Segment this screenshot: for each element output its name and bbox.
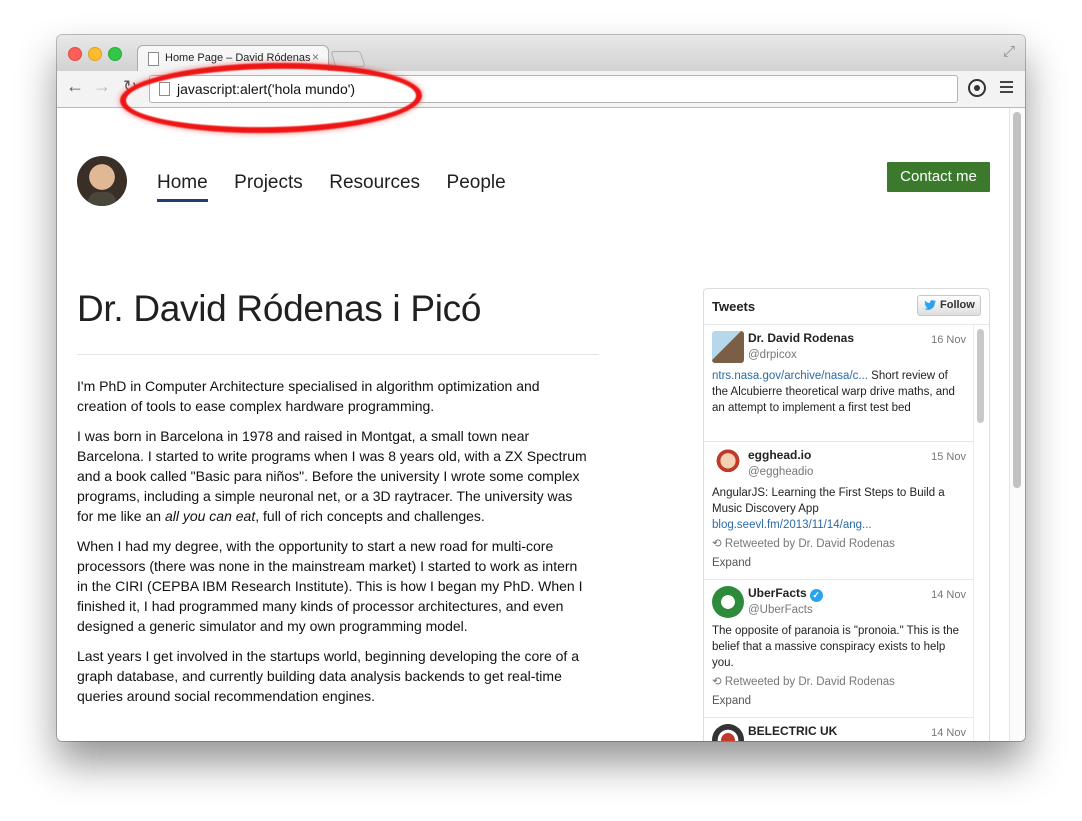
tweet-link[interactable]: ntrs.nasa.gov/archive/nasa/c... (712, 370, 868, 382)
browser-window: Home Page – David Ródenas × ⤢ ← → ↻ java… (57, 35, 1025, 741)
retweet-notice: ⟲ Retweeted by Dr. David Rodenas (712, 538, 895, 550)
page-title: Dr. David Ródenas i Picó (77, 288, 482, 329)
tweet-item: UberFacts ✓ @UberFacts 14 Nov The opposit… (704, 580, 974, 718)
page-icon (148, 52, 159, 66)
tweet-handle[interactable]: @UberFacts (748, 604, 813, 616)
tweet-date[interactable]: 14 Nov (931, 589, 966, 601)
page-scroll-thumb[interactable] (1013, 112, 1021, 488)
tweet-item: BELECTRIC UK 14 Nov (704, 718, 974, 741)
tweet-avatar[interactable] (712, 448, 744, 480)
contact-button[interactable]: Contact me (887, 162, 990, 192)
bio-text: I'm PhD in Computer Architecture special… (77, 376, 592, 716)
tweet-handle[interactable]: @eggheadio (748, 466, 813, 478)
tweet-author[interactable]: UberFacts ✓ (748, 586, 823, 602)
bio-paragraph: When I had my degree, with the opportuni… (77, 538, 583, 634)
divider (77, 354, 599, 355)
expand-link[interactable]: Expand (712, 557, 751, 569)
tab-close-icon[interactable]: × (312, 50, 319, 64)
fullscreen-icon[interactable]: ⤢ (1003, 43, 1015, 60)
twitter-bird-icon (924, 300, 936, 310)
tweets-header: Tweets Follow (704, 289, 989, 325)
nav-home[interactable]: Home (157, 172, 208, 202)
expand-link[interactable]: Expand (712, 695, 751, 707)
tweet-author[interactable]: Dr. David Rodenas (748, 331, 854, 345)
tweet-text: The opposite of paranoia is "pronoia." T… (712, 625, 960, 669)
tweets-scroll-thumb[interactable] (977, 329, 984, 423)
tweet-link[interactable]: blog.seevl.fm/2013/11/14/ang... (712, 519, 872, 531)
nav-people[interactable]: People (447, 172, 506, 199)
tweet-text: ntrs.nasa.gov/archive/nasa/c... Short re… (712, 370, 955, 414)
tweet-avatar[interactable] (712, 331, 744, 363)
follow-button[interactable]: Follow (917, 295, 981, 316)
bio-paragraph: I'm PhD in Computer Architecture special… (77, 378, 540, 414)
tab-strip: Home Page – David Ródenas × ⤢ (57, 35, 1025, 72)
forward-arrow-icon[interactable]: → (93, 76, 111, 97)
tweet-date[interactable]: 16 Nov (931, 334, 966, 346)
menu-icon[interactable] (1000, 81, 1013, 96)
bio-paragraph: I was born in Barcelona in 1978 and rais… (77, 428, 587, 524)
window-maximize-button[interactable] (108, 47, 122, 61)
tweet-author[interactable]: egghead.io (748, 448, 811, 462)
verified-badge-icon: ✓ (809, 589, 823, 602)
page-viewport: Home Projects Resources People Contact m… (57, 108, 1025, 741)
tweet-item: egghead.io @eggheadio 15 Nov AngularJS: … (704, 442, 974, 580)
window-minimize-button[interactable] (88, 47, 102, 61)
tweet-date[interactable]: 15 Nov (931, 451, 966, 463)
site-nav: Home Projects Resources People (157, 172, 528, 202)
tweet-handle[interactable]: @drpicox (748, 349, 797, 361)
tweet-avatar[interactable] (712, 724, 744, 741)
tweets-title: Tweets (712, 299, 756, 314)
tweets-widget: Tweets Follow Dr. David Rodenas @drpicox… (703, 288, 990, 741)
tweet-text: AngularJS: Learning the First Steps to B… (712, 487, 945, 531)
extension-icon[interactable] (968, 79, 986, 97)
page-scrollbar[interactable] (1009, 108, 1025, 741)
tweet-avatar[interactable] (712, 586, 744, 618)
nav-projects[interactable]: Projects (234, 172, 303, 199)
avatar[interactable] (77, 156, 127, 206)
back-arrow-icon[interactable]: ← (66, 76, 84, 97)
window-close-button[interactable] (68, 47, 82, 61)
retweet-notice: ⟲ Retweeted by Dr. David Rodenas (712, 676, 895, 688)
nav-resources[interactable]: Resources (329, 172, 420, 199)
tweet-author[interactable]: BELECTRIC UK (748, 724, 837, 738)
tweet-item: Dr. David Rodenas @drpicox 16 Nov ntrs.n… (704, 325, 974, 442)
bio-paragraph: Last years I get involved in the startup… (77, 648, 579, 704)
tweet-date[interactable]: 14 Nov (931, 727, 966, 739)
